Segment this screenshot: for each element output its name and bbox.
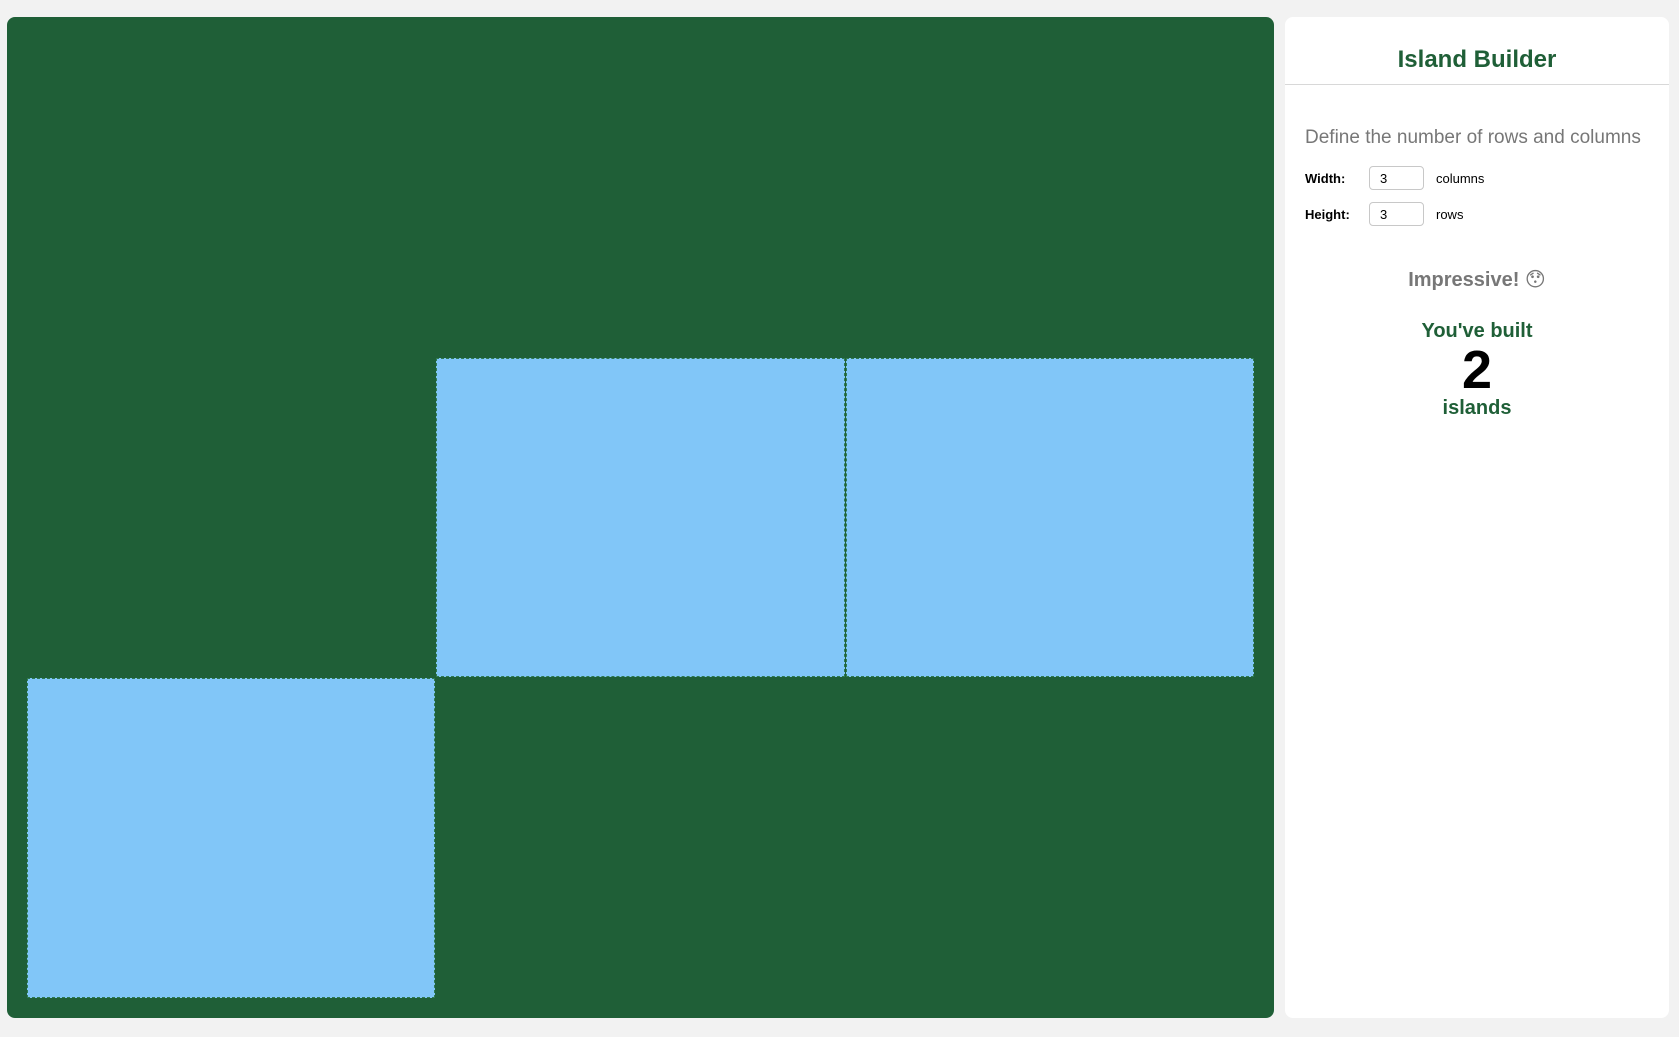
grid-cell-water[interactable]: [27, 358, 435, 678]
panel-header: Island Builder: [1285, 17, 1669, 85]
height-input[interactable]: [1369, 202, 1424, 226]
result-suffix: islands: [1442, 397, 1512, 419]
grid-cell-land[interactable]: [436, 357, 845, 678]
control-panel: Island Builder Define the number of rows…: [1285, 17, 1669, 1018]
width-label: Width:: [1305, 170, 1346, 186]
island-count: 2: [1461, 340, 1493, 400]
grid-cell-land[interactable]: [27, 678, 436, 998]
app-title: Island Builder: [1397, 46, 1557, 73]
feedback-message: Impressive! 😯: [1408, 269, 1546, 291]
island-count-result: You've built 2 islands: [1305, 320, 1649, 420]
height-row: Height: rows: [1305, 201, 1649, 227]
width-unit: columns: [1436, 170, 1485, 186]
app-root: Island Builder Define the number of rows…: [0, 0, 1679, 1037]
grid-size-description: Define the number of rows and columns: [1305, 127, 1641, 148]
height-unit: rows: [1436, 206, 1464, 222]
grid-cell-water[interactable]: [846, 678, 1254, 998]
width-input[interactable]: [1369, 166, 1424, 190]
width-row: Width: columns: [1305, 165, 1649, 191]
grid-cell-water[interactable]: [436, 37, 844, 357]
grid-cell-water[interactable]: [27, 37, 435, 357]
grid-cell-water[interactable]: [436, 678, 844, 998]
height-label: Height:: [1305, 206, 1350, 222]
island-grid: [27, 37, 1254, 998]
grid-cell-land[interactable]: [845, 357, 1254, 678]
grid-cell-water[interactable]: [846, 37, 1254, 357]
panel-body: Define the number of rows and columns Wi…: [1285, 85, 1669, 420]
island-board: [7, 17, 1274, 1018]
